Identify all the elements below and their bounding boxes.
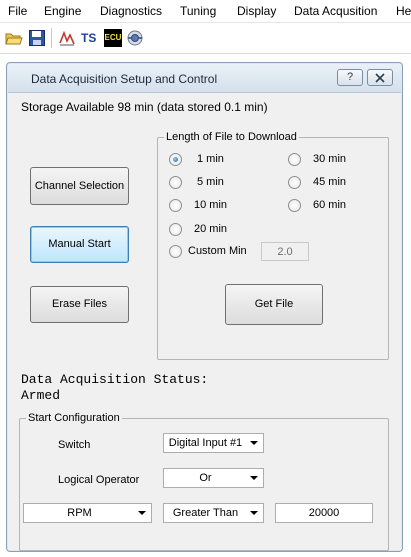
chevron-down-icon xyxy=(138,511,146,515)
radio-1-min[interactable] xyxy=(169,153,182,166)
switch-dropdown[interactable]: Digital Input #1 xyxy=(163,433,264,453)
help-button[interactable]: ? xyxy=(337,69,363,86)
open-folder-icon[interactable] xyxy=(5,29,23,47)
close-button[interactable] xyxy=(367,69,393,86)
menu-tuning[interactable]: Tuning xyxy=(180,4,216,18)
chevron-down-icon xyxy=(250,441,258,445)
erase-files-button[interactable]: Erase Files xyxy=(30,286,129,323)
radio-45-min[interactable] xyxy=(288,176,301,189)
menu-file[interactable]: File xyxy=(8,4,27,18)
start-configuration-legend: Start Configuration xyxy=(28,412,120,424)
radio-custom-min[interactable] xyxy=(169,245,182,258)
switch-label: Switch xyxy=(58,439,91,451)
dialog-title: Data Acquisition Setup and Control xyxy=(31,72,218,86)
radio-custom-min-label[interactable]: Custom Min xyxy=(188,245,247,257)
radio-30-min[interactable] xyxy=(288,153,301,166)
radio-60-min[interactable] xyxy=(288,199,301,212)
radio-1-min-label[interactable]: 1 min xyxy=(197,153,224,165)
switch-dropdown-value: Digital Input #1 xyxy=(168,437,243,449)
channel-dropdown-value: RPM xyxy=(67,507,92,519)
file-length-legend: Length of File to Download xyxy=(166,131,297,143)
menu-data-acquisition[interactable]: Data Acqusition xyxy=(294,4,377,18)
logical-operator-dropdown[interactable]: Or xyxy=(163,468,264,488)
menu-help[interactable]: He xyxy=(396,4,411,18)
menu-display[interactable]: Display xyxy=(237,4,276,18)
comparison-dropdown-value: Greater Than xyxy=(172,507,239,519)
radio-30-min-label[interactable]: 30 min xyxy=(313,153,346,165)
radio-5-min[interactable] xyxy=(169,176,182,189)
radio-10-min-label[interactable]: 10 min xyxy=(194,199,227,211)
save-disk-icon[interactable] xyxy=(28,29,46,47)
channel-selection-button[interactable]: Channel Selection xyxy=(30,167,129,205)
menu-diagnostics[interactable]: Diagnostics xyxy=(100,4,162,18)
menu-bar: File Engine Diagnostics Tuning Display D… xyxy=(0,0,411,23)
radio-60-min-label[interactable]: 60 min xyxy=(313,199,346,211)
logical-operator-dropdown-value: Or xyxy=(199,472,212,484)
comparison-dropdown[interactable]: Greater Than xyxy=(163,503,264,523)
radio-5-min-label[interactable]: 5 min xyxy=(197,176,224,188)
logical-operator-label: Logical Operator xyxy=(58,474,140,486)
threshold-input[interactable]: 20000 xyxy=(275,503,373,523)
dialog-titlebar[interactable]: Data Acquisition Setup and Control ? xyxy=(8,64,401,93)
status-value: Armed xyxy=(21,388,61,403)
storage-available-text: Storage Available 98 min (data stored 0.… xyxy=(21,100,268,114)
status-label: Data Acquisition Status: xyxy=(21,372,209,387)
data-acquisition-dialog: Data Acquisition Setup and Control ? Sto… xyxy=(6,62,403,552)
dialog-body: Storage Available 98 min (data stored 0.… xyxy=(8,93,401,551)
radio-45-min-label[interactable]: 45 min xyxy=(313,176,346,188)
radio-10-min[interactable] xyxy=(169,199,182,212)
toolbar-separator xyxy=(51,28,52,48)
channel-dropdown[interactable]: RPM xyxy=(23,503,152,523)
close-icon xyxy=(375,73,385,83)
get-file-button[interactable]: Get File xyxy=(225,284,323,325)
custom-min-input[interactable]: 2.0 xyxy=(261,242,309,261)
signal-trace-icon[interactable] xyxy=(58,29,76,47)
chevron-down-icon xyxy=(250,511,258,515)
ts-logo-icon[interactable]: TS xyxy=(81,29,101,47)
connection-icon[interactable] xyxy=(126,29,144,47)
radio-20-min-label[interactable]: 20 min xyxy=(194,223,227,235)
ecu-icon[interactable]: ECU xyxy=(104,29,122,47)
manual-start-button[interactable]: Manual Start xyxy=(30,226,129,263)
radio-20-min[interactable] xyxy=(169,223,182,236)
toolbar: TS ECU xyxy=(0,23,411,54)
menu-engine[interactable]: Engine xyxy=(44,4,81,18)
chevron-down-icon xyxy=(250,476,258,480)
